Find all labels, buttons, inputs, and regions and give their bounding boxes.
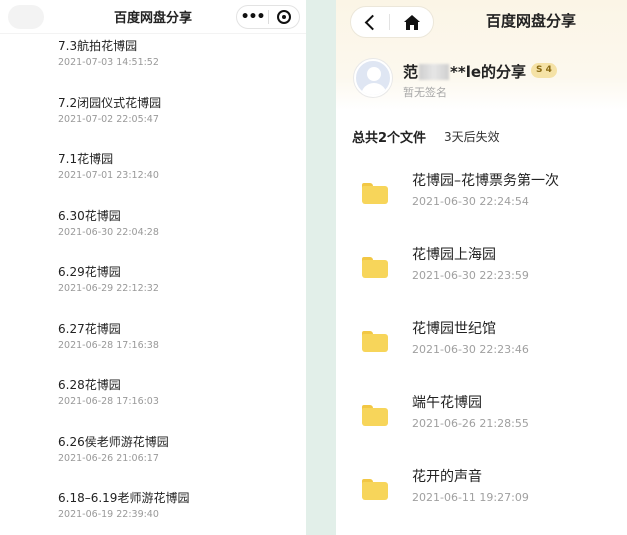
item-date: 2021-07-01 23:12:40 [58, 170, 159, 181]
folder-icon [362, 257, 388, 278]
file-date: 2021-06-30 22:24:54 [412, 195, 529, 208]
file-date: 2021-06-30 22:23:59 [412, 269, 529, 282]
item-title: 7.1花博园 [58, 152, 114, 166]
file-date: 2021-06-30 22:23:46 [412, 343, 529, 356]
item-date: 2021-06-29 22:12:32 [58, 283, 159, 294]
file-date: 2021-06-11 19:27:09 [412, 491, 529, 504]
file-name: 花博园–花博票务第一次 [412, 173, 559, 189]
list-item[interactable]: 6.30花博园 2021-06-30 22:04:28 [58, 208, 159, 240]
home-button[interactable] [390, 14, 433, 31]
folder-icon [362, 479, 388, 500]
home-icon [403, 14, 420, 30]
avatar[interactable] [354, 59, 392, 97]
item-title: 6.27花博园 [58, 322, 121, 336]
folder-icon [362, 405, 388, 426]
left-header: 百度网盘分享 ••• [0, 0, 306, 34]
sharer-name-suffix: **le的分享 [450, 63, 527, 81]
item-title: 6.18–6.19老师游花博园 [58, 491, 190, 505]
file-name: 花开的声音 [412, 469, 482, 485]
list-item[interactable]: 7.1花博园 2021-07-01 23:12:40 [58, 151, 159, 183]
list-item[interactable]: 6.18–6.19老师游花博园 2021-06-19 22:39:40 [58, 490, 189, 522]
item-title: 7.3航拍花博园 [58, 39, 138, 53]
file-row[interactable]: 花博园上海园 2021-06-30 22:23:59 [336, 246, 627, 306]
item-date: 2021-06-28 17:16:03 [58, 396, 159, 407]
page-title: 百度网盘分享 [486, 12, 577, 30]
left-page-title: 百度网盘分享 [113, 11, 192, 26]
more-icon[interactable]: ••• [237, 6, 268, 28]
name-redaction [419, 63, 450, 80]
item-title: 6.29花博园 [58, 265, 121, 279]
mini-program-capsule: ••• [236, 5, 300, 29]
list-item[interactable]: 6.26侯老师游花博园 2021-06-26 21:06:17 [58, 434, 169, 466]
item-title: 6.30花博园 [58, 209, 121, 223]
close-target-icon[interactable] [269, 10, 299, 24]
file-name: 花博园世纪馆 [412, 321, 496, 337]
list-item[interactable]: 6.29花博园 2021-06-29 22:12:32 [58, 264, 159, 296]
sharer-signature: 暂无签名 [403, 86, 447, 99]
back-button[interactable] [351, 14, 389, 30]
item-date: 2021-06-28 17:16:38 [58, 340, 159, 351]
chevron-left-icon [364, 14, 380, 30]
nav-capsule [350, 6, 434, 38]
file-row[interactable]: 端午花博园 2021-06-26 21:28:55 [336, 394, 627, 454]
sharer-name-prefix: 范 [403, 63, 419, 81]
right-panel: 百度网盘分享 范 **le的分享 S 4 暂无签名 总共2个文件 3天后失效 花… [336, 0, 627, 535]
item-title: 7.2闭园仪式花博园 [58, 96, 162, 110]
file-name: 端午花博园 [412, 395, 482, 411]
folder-icon [362, 183, 388, 204]
left-back-placeholder[interactable] [8, 5, 44, 29]
folder-icon [362, 331, 388, 352]
item-title: 6.26侯老师游花博园 [58, 435, 169, 449]
left-panel: 百度网盘分享 ••• 7.3航拍花博园 2021-07-03 14:51:52 … [0, 0, 306, 535]
list-item[interactable]: 7.3航拍花博园 2021-07-03 14:51:52 [58, 38, 159, 70]
item-date: 2021-06-30 22:04:28 [58, 227, 159, 238]
list-item[interactable]: 7.2闭园仪式花博园 2021-07-02 22:05:47 [58, 95, 161, 127]
file-date: 2021-06-26 21:28:55 [412, 417, 529, 430]
file-name: 花博园上海园 [412, 247, 496, 263]
item-date: 2021-07-02 22:05:47 [58, 114, 159, 125]
file-row[interactable]: 花博园–花博票务第一次 2021-06-30 22:24:54 [336, 172, 627, 232]
item-date: 2021-06-19 22:39:40 [58, 509, 159, 520]
screenshot-root: 百度网盘分享 ••• 7.3航拍花博园 2021-07-03 14:51:52 … [0, 0, 627, 535]
file-count: 总共2个文件 [352, 131, 427, 146]
item-title: 6.28花博园 [58, 378, 121, 392]
expire-note: 3天后失效 [444, 130, 500, 144]
item-date: 2021-07-03 14:51:52 [58, 57, 159, 68]
level-badge: S 4 [531, 63, 557, 78]
file-row[interactable]: 花博园世纪馆 2021-06-30 22:23:46 [336, 320, 627, 380]
list-item[interactable]: 6.27花博园 2021-06-28 17:16:38 [58, 321, 159, 353]
file-row[interactable]: 花开的声音 2021-06-11 19:27:09 [336, 468, 627, 528]
item-date: 2021-06-26 21:06:17 [58, 453, 159, 464]
sharer-name: 范 **le的分享 [403, 61, 526, 82]
list-item[interactable]: 6.28花博园 2021-06-28 17:16:03 [58, 377, 159, 409]
